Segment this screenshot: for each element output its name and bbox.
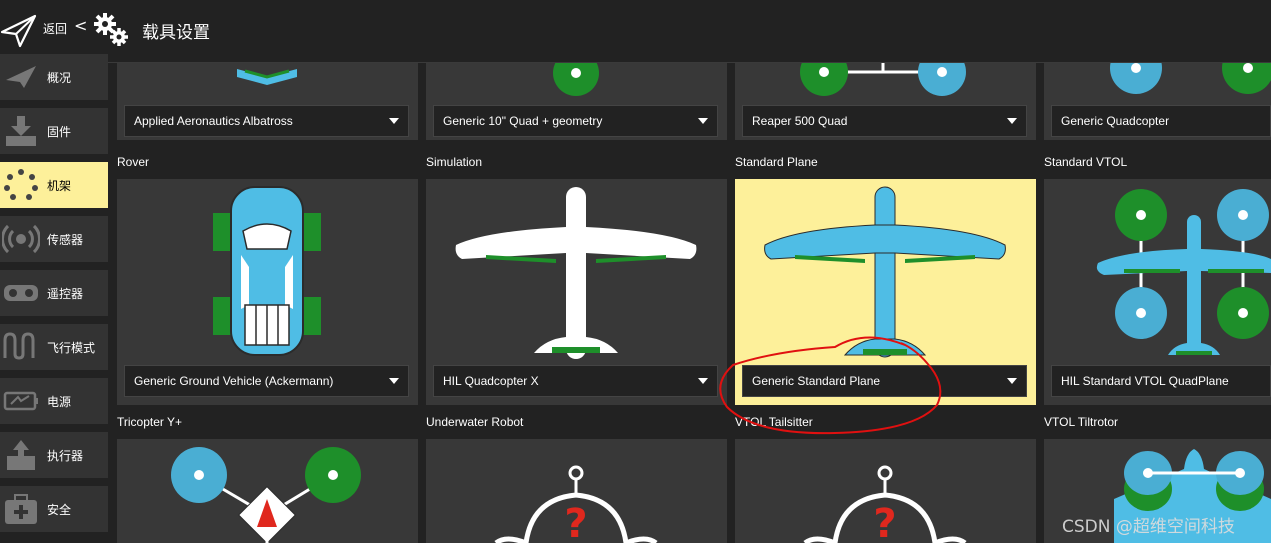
sidebar-item-label: 执行器 [47, 449, 84, 463]
chevron-down-icon [1007, 378, 1017, 384]
watermark: CSDN @超维空间科技 [1062, 517, 1235, 537]
sidebar-item-label: 电源 [47, 395, 72, 409]
battery-icon [3, 391, 38, 411]
sidebar-item-firmware[interactable]: 固件 [0, 108, 108, 154]
airframe-tile-tricopter[interactable] [117, 439, 418, 543]
airframe-tile-underwater[interactable]: ? [426, 439, 727, 543]
airframe-dropdown[interactable]: Generic 10" Quad + geometry [433, 105, 718, 137]
chevron-down-icon [389, 118, 399, 124]
sidebar-item-label: 机架 [47, 179, 72, 193]
airframe-tile-simulation[interactable]: HIL Quadcopter X [426, 179, 727, 405]
quad-image [1110, 63, 1271, 94]
sidebar-item-actuators[interactable]: 执行器 [0, 432, 108, 478]
sidebar-item-airframe[interactable]: 机架 [0, 162, 108, 208]
sidebar: 概况 固件 机架 传感器 遥控器 飞行模式 电源 执行器 安全 [0, 54, 110, 543]
dropdown-value: HIL Quadcopter X [443, 374, 539, 388]
sidebar-item-label: 飞行模式 [47, 341, 96, 355]
sidebar-item-power[interactable]: 电源 [0, 378, 108, 424]
airframe-dropdown[interactable]: Applied Aeronautics Albatross [124, 105, 409, 137]
chevron-left-icon[interactable]: < [74, 16, 87, 35]
svg-text:?: ? [564, 501, 587, 543]
airframe-dropdown[interactable]: Reaper 500 Quad [742, 105, 1027, 137]
actuator-icon [7, 440, 35, 470]
dropdown-value: Generic Quadcopter [1061, 114, 1170, 128]
sidebar-item-sensors[interactable]: 传感器 [0, 216, 108, 262]
sidebar-item-summary[interactable]: 概况 [0, 54, 108, 100]
gamepad-icon [4, 285, 38, 301]
sidebar-item-label: 遥控器 [47, 287, 84, 301]
airframe-dropdown[interactable]: HIL Standard VTOL QuadPlane [1051, 365, 1271, 397]
sidebar-item-label: 传感器 [47, 233, 84, 247]
dropdown-value: Applied Aeronautics Albatross [134, 114, 293, 128]
svg-text:?: ? [873, 501, 896, 543]
category-label: Tricopter Y+ [117, 415, 183, 429]
airframe-tile-vtol-tailsitter[interactable]: ? [735, 439, 1036, 543]
airframe-dropdown[interactable]: HIL Quadcopter X [433, 365, 718, 397]
category-label: Rover [117, 155, 150, 169]
unknown-vehicle-image: ? [803, 465, 967, 543]
airframe-dropdown[interactable]: Generic Ground Vehicle (Ackermann) [124, 365, 409, 397]
radio-waves-icon [2, 224, 40, 254]
white-plane-image [455, 187, 697, 359]
tricopter-image [171, 447, 361, 543]
category-label: VTOL Tailsitter [735, 415, 813, 429]
dropdown-value: HIL Standard VTOL QuadPlane [1061, 374, 1229, 388]
chevron-down-icon [698, 378, 708, 384]
vtail-plane-image [237, 69, 297, 85]
back-button[interactable]: 返回 [43, 20, 67, 37]
sidebar-item-flight-modes[interactable]: 飞行模式 [0, 324, 108, 370]
airframe-tile-standard-vtol[interactable]: HIL Standard VTOL QuadPlane [1044, 179, 1271, 405]
airframe-tile-rover[interactable]: Generic Ground Vehicle (Ackermann) [117, 179, 418, 405]
chevron-down-icon [389, 378, 399, 384]
paper-plane-icon[interactable] [0, 10, 38, 48]
download-icon [6, 116, 36, 146]
category-label: VTOL Tiltrotor [1044, 415, 1119, 429]
airframe-tile-generic-quadcopter[interactable]: Generic Quadcopter [1044, 63, 1271, 140]
quad-image [553, 63, 599, 96]
category-label: Standard Plane [735, 155, 818, 169]
dropdown-value: Generic 10" Quad + geometry [443, 114, 603, 128]
chevron-down-icon [698, 118, 708, 124]
top-toolbar: 返回 < 载具设置 [0, 0, 1271, 63]
airframe-grid: Applied Aeronautics Albatross Generic 10… [110, 63, 1271, 543]
dropdown-value: Generic Standard Plane [752, 374, 881, 388]
airframe-tile-reaper-500[interactable]: Reaper 500 Quad [735, 63, 1036, 140]
sidebar-item-label: 固件 [47, 125, 72, 139]
category-label: Simulation [426, 155, 483, 169]
category-label: Standard VTOL [1044, 155, 1128, 169]
airframe-dropdown[interactable]: Generic Quadcopter [1051, 105, 1271, 137]
standard-plane-image [764, 186, 1006, 358]
sidebar-item-label: 安全 [47, 503, 72, 517]
dropdown-value: Generic Ground Vehicle (Ackermann) [134, 374, 334, 388]
airframe-tile-generic-10-quad[interactable]: Generic 10" Quad + geometry [426, 63, 727, 140]
airframe-tile-albatross[interactable]: Applied Aeronautics Albatross [117, 63, 418, 140]
vtol-quadplane-image [1096, 189, 1271, 355]
rover-car-image [213, 186, 321, 356]
plane-icon [6, 66, 36, 88]
wave-icon [3, 332, 35, 360]
quad-image [800, 63, 966, 96]
airframe-tile-standard-plane[interactable]: Generic Standard Plane [735, 179, 1036, 405]
airframe-dots-icon [4, 169, 38, 200]
medkit-icon [5, 494, 37, 524]
chevron-down-icon [1007, 118, 1017, 124]
gears-icon [94, 13, 128, 46]
dropdown-value: Reaper 500 Quad [752, 114, 848, 128]
page-title: 载具设置 [142, 23, 210, 43]
sidebar-item-safety[interactable]: 安全 [0, 486, 108, 532]
sidebar-item-radio[interactable]: 遥控器 [0, 270, 108, 316]
sidebar-item-label: 概况 [47, 71, 72, 85]
unknown-vehicle-image: ? [494, 465, 658, 543]
airframe-dropdown[interactable]: Generic Standard Plane [742, 365, 1027, 397]
category-label: Underwater Robot [426, 415, 524, 429]
